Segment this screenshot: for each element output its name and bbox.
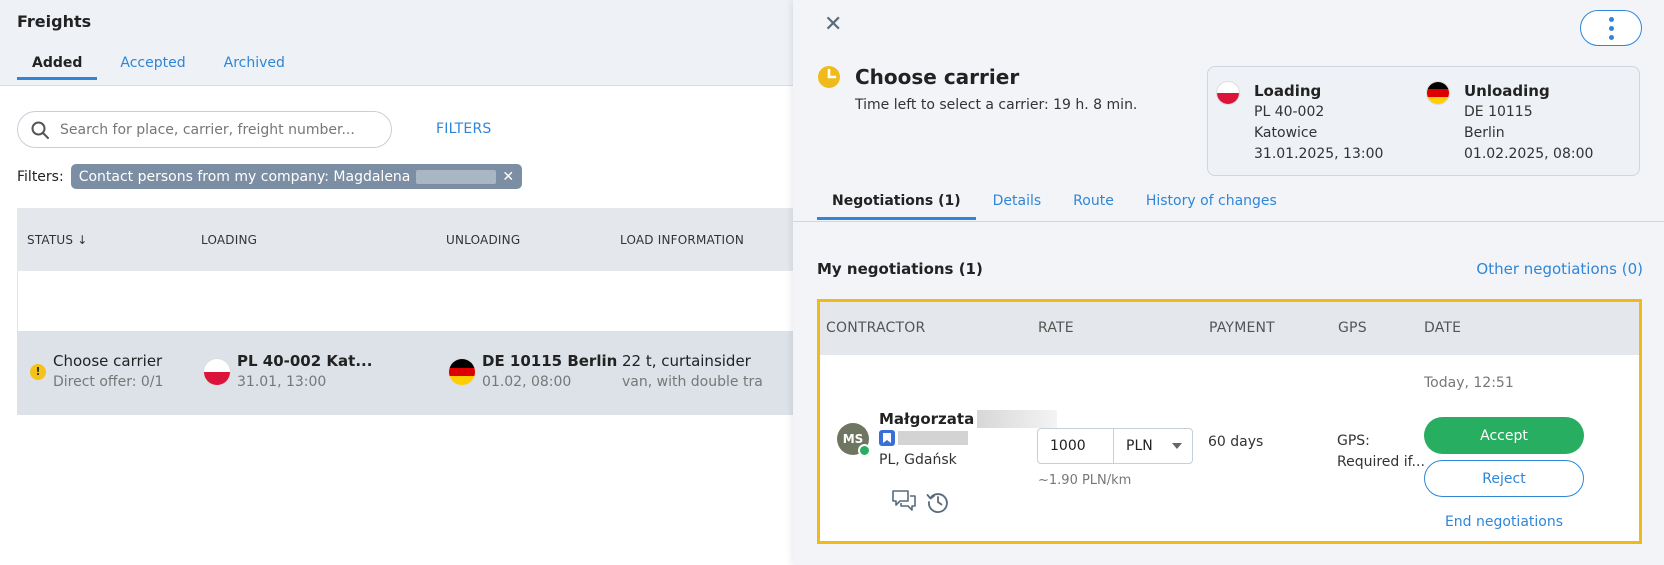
end-negotiations-link[interactable]: End negotiations xyxy=(1424,514,1584,530)
search-input[interactable] xyxy=(60,121,380,138)
contractor-name: Małgorzata xyxy=(879,410,975,428)
contractor-location: PL, Gdańsk xyxy=(879,452,957,468)
search-icon xyxy=(31,121,49,139)
germany-flag-icon xyxy=(1426,81,1450,105)
tab-archived[interactable]: Archived xyxy=(209,55,300,80)
rate-input-group: PLN xyxy=(1037,428,1193,464)
page-header: Freights Added Accepted Archived xyxy=(0,0,793,86)
clock-icon xyxy=(818,66,840,88)
column-gps: GPS xyxy=(1338,320,1367,336)
unloading-place: DE 10115 Berlin xyxy=(482,352,618,370)
filter-chip-label: Contact persons from my company: Magdale… xyxy=(78,168,411,185)
column-loading: LOADING xyxy=(201,233,258,247)
search-box[interactable] xyxy=(17,111,392,148)
tab-details[interactable]: Details xyxy=(978,190,1057,220)
column-load-information: LOAD INFORMATION xyxy=(620,233,745,247)
rate-per-km: ~1.90 PLN/km xyxy=(1038,473,1132,488)
unloading-heading: Unloading xyxy=(1464,82,1550,100)
table-header: STATUS ↓ LOADING UNLOADING LOAD INFORMAT… xyxy=(17,208,793,271)
warning-icon: ! xyxy=(30,364,46,380)
unloading-code: DE 10115 xyxy=(1464,104,1533,120)
loading-city: Katowice xyxy=(1254,125,1318,141)
tab-added[interactable]: Added xyxy=(17,55,98,80)
table-row-empty xyxy=(17,271,793,331)
table-row[interactable]: ! Choose carrier Direct offer: 0/1 PL 40… xyxy=(17,331,793,415)
verified-badge-icon xyxy=(879,430,895,446)
column-status[interactable]: STATUS ↓ xyxy=(27,233,88,247)
load-info-cell: 22 t, curtainsider van, with double tra xyxy=(622,352,763,390)
poland-flag-icon xyxy=(1216,81,1240,105)
panel-tabs: Negotiations (1) Details Route History o… xyxy=(817,190,1294,220)
column-payment: PAYMENT xyxy=(1209,320,1275,336)
active-filters: Filters: Contact persons from my company… xyxy=(17,164,523,189)
my-negotiations-heading: My negotiations (1) xyxy=(817,260,983,278)
negotiation-table-header: CONTRACTOR RATE PAYMENT GPS DATE xyxy=(820,302,1639,355)
currency-value: PLN xyxy=(1126,438,1153,454)
panel-title: Choose carrier xyxy=(855,65,1020,89)
status-cell: Choose carrier Direct offer: 0/1 xyxy=(53,352,163,390)
redacted-company xyxy=(898,431,968,445)
tab-accepted[interactable]: Accepted xyxy=(105,55,200,80)
rate-input[interactable] xyxy=(1038,429,1114,463)
freight-detail-panel: ✕ Choose carrier Time left to select a c… xyxy=(793,0,1664,565)
reject-button[interactable]: Reject xyxy=(1424,460,1584,497)
column-rate: RATE xyxy=(1038,320,1074,336)
column-unloading: UNLOADING xyxy=(446,233,521,247)
unloading-date: 01.02, 08:00 xyxy=(482,374,572,390)
remove-filter-icon[interactable]: ✕ xyxy=(502,169,514,185)
unloading-cell: DE 10115 Berlin 01.02, 08:00 xyxy=(482,352,617,390)
loading-datetime: 31.01.2025, 13:00 xyxy=(1254,146,1384,162)
unloading-summary: Unloading DE 10115 Berlin 01.02.2025, 08… xyxy=(1426,81,1593,165)
poland-flag-icon xyxy=(203,358,231,386)
loading-heading: Loading xyxy=(1254,82,1322,100)
loading-place: PL 40-002 Kat... xyxy=(237,352,373,370)
tabs-divider xyxy=(793,221,1664,222)
contractor-name-row: Małgorzata xyxy=(879,410,1058,428)
page-title: Freights xyxy=(17,12,92,31)
online-status-dot xyxy=(858,444,871,457)
status-subtitle: Direct offer: 0/1 xyxy=(53,374,164,390)
gps-label: GPS: xyxy=(1337,433,1370,449)
chat-icon[interactable] xyxy=(891,489,917,513)
gps-value: Required if... xyxy=(1337,454,1425,470)
other-negotiations-link[interactable]: Other negotiations (0) xyxy=(1476,260,1643,278)
filters-label: Filters: xyxy=(17,168,64,185)
freight-tabs: Added Accepted Archived xyxy=(17,55,308,80)
tab-negotiations[interactable]: Negotiations (1) xyxy=(817,190,976,220)
payment-terms: 60 days xyxy=(1208,434,1264,450)
chevron-down-icon xyxy=(1172,443,1182,449)
loading-date: 31.01, 13:00 xyxy=(237,374,327,390)
negotiation-date: Today, 12:51 xyxy=(1424,375,1514,391)
redacted-surname xyxy=(977,410,1058,428)
germany-flag-icon xyxy=(448,358,476,386)
currency-select[interactable]: PLN xyxy=(1114,429,1192,463)
load-details: van, with double tra xyxy=(622,374,763,390)
filters-button[interactable]: FILTERS xyxy=(436,121,491,137)
tab-route[interactable]: Route xyxy=(1058,190,1129,220)
status-title: Choose carrier xyxy=(53,352,163,370)
route-summary: Loading PL 40-002 Katowice 31.01.2025, 1… xyxy=(1207,66,1640,176)
kebab-menu-icon[interactable] xyxy=(1580,10,1642,46)
freights-list-pane: Freights Added Accepted Archived FILTERS… xyxy=(0,0,793,565)
column-date: DATE xyxy=(1424,320,1462,336)
close-icon[interactable]: ✕ xyxy=(824,12,842,37)
column-contractor: CONTRACTOR xyxy=(826,320,926,336)
time-left-text: Time left to select a carrier: 19 h. 8 m… xyxy=(855,97,1138,113)
unloading-city: Berlin xyxy=(1464,125,1505,141)
tab-history-of-changes[interactable]: History of changes xyxy=(1131,190,1292,220)
negotiation-card: CONTRACTOR RATE PAYMENT GPS DATE MS Małg… xyxy=(817,299,1642,544)
loading-code: PL 40-002 xyxy=(1254,104,1325,120)
loading-cell: PL 40-002 Kat... 31.01, 13:00 xyxy=(237,352,372,390)
filter-chip[interactable]: Contact persons from my company: Magdale… xyxy=(70,164,523,189)
redacted-surname xyxy=(416,169,497,184)
unloading-datetime: 01.02.2025, 08:00 xyxy=(1464,146,1594,162)
loading-summary: Loading PL 40-002 Katowice 31.01.2025, 1… xyxy=(1216,81,1383,165)
history-icon[interactable] xyxy=(926,490,950,514)
load-type: 22 t, curtainsider xyxy=(622,352,751,370)
accept-button[interactable]: Accept xyxy=(1424,417,1584,454)
contractor-company-row xyxy=(879,430,968,446)
